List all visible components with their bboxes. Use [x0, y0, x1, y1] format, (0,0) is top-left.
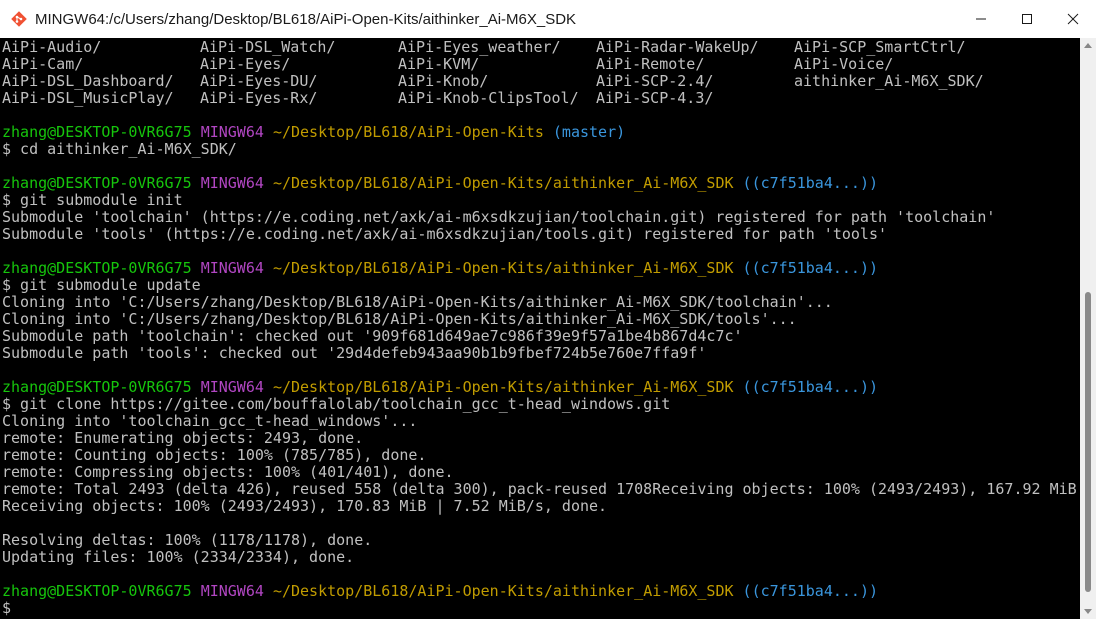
output-line: Resolving deltas: 100% (1178/1178), done… — [2, 531, 373, 549]
vertical-scrollbar[interactable] — [1080, 38, 1096, 619]
prompt-env: MINGW64 — [200, 123, 264, 141]
prompt-path: ~/Desktop/BL618/AiPi-Open-Kits/aithinker… — [272, 259, 734, 277]
prompt-user-host: zhang@DESKTOP-0VR6G75 — [2, 582, 192, 600]
prompt-branch: ((c7f51ba4...)) — [742, 378, 879, 396]
git-bash-icon — [11, 11, 27, 27]
output-line: Cloning into 'C:/Users/zhang/Desktop/BL6… — [2, 293, 833, 311]
ls-entry: AiPi-Knob/ — [398, 72, 489, 90]
command-line: $ git submodule update — [2, 276, 201, 294]
command-line: $ — [2, 599, 12, 617]
undefined — [734, 582, 743, 600]
ls-entry: AiPi-Remote/ — [596, 55, 705, 73]
ls-entry: AiPi-Eyes-Rx/ — [200, 89, 318, 107]
window-controls — [958, 0, 1096, 38]
output-line: Cloning into 'C:/Users/zhang/Desktop/BL6… — [2, 310, 797, 328]
undefined — [264, 259, 273, 277]
undefined — [264, 582, 273, 600]
ls-entry: AiPi-Eyes-DU/ — [200, 72, 318, 90]
ls-entry: AiPi-Eyes/ — [200, 55, 291, 73]
scrollbar-thumb[interactable] — [1085, 292, 1091, 592]
minimize-icon — [976, 18, 986, 20]
ls-entry: AiPi-DSL_Dashboard/ — [2, 72, 174, 90]
command-line: $ git clone https://gitee.com/bouffalola… — [2, 395, 671, 413]
prompt-user-host: zhang@DESKTOP-0VR6G75 — [2, 174, 192, 192]
ls-entry: AiPi-Audio/ — [2, 38, 102, 56]
window-title: MINGW64:/c/Users/zhang/Desktop/BL618/AiP… — [35, 10, 577, 28]
ls-entry: AiPi-KVM/ — [398, 55, 480, 73]
output-line: Updating files: 100% (2334/2334), done. — [2, 548, 355, 566]
prompt-branch: ((c7f51ba4...)) — [742, 582, 879, 600]
ls-entry: AiPi-Eyes_weather/ — [398, 38, 561, 56]
undefined — [192, 378, 201, 396]
close-icon — [1067, 13, 1079, 25]
ls-entry: AiPi-Radar-WakeUp/ — [596, 38, 759, 56]
prompt-line: zhang@DESKTOP-0VR6G75 MINGW64 ~/Desktop/… — [2, 379, 878, 396]
terminal-window: MINGW64:/c/Users/zhang/Desktop/BL618/AiP… — [0, 0, 1096, 619]
prompt-line: zhang@DESKTOP-0VR6G75 MINGW64 ~/Desktop/… — [2, 583, 878, 600]
ls-entry: AiPi-SCP-2.4/ — [596, 72, 714, 90]
ls-entry: AiPi-SCP_SmartCtrl/ — [794, 38, 966, 56]
undefined — [264, 123, 273, 141]
output-line: Submodule path 'toolchain': checked out … — [2, 327, 743, 345]
prompt-env: MINGW64 — [200, 582, 264, 600]
prompt-branch: (master) — [552, 123, 626, 141]
output-line: remote: Compressing objects: 100% (401/4… — [2, 463, 454, 481]
prompt-line: zhang@DESKTOP-0VR6G75 MINGW64 ~/Desktop/… — [2, 124, 625, 141]
minimize-button[interactable] — [958, 0, 1004, 38]
command-line: $ git submodule init — [2, 191, 183, 209]
maximize-icon — [1022, 14, 1032, 24]
prompt-env: MINGW64 — [200, 174, 264, 192]
output-line: Receiving objects: 100% (2493/2493), 170… — [2, 497, 608, 515]
undefined — [734, 259, 743, 277]
prompt-user-host: zhang@DESKTOP-0VR6G75 — [2, 259, 192, 277]
output-line: remote: Total 2493 (delta 426), reused 5… — [2, 480, 1077, 498]
undefined — [544, 123, 553, 141]
ls-entry: AiPi-DSL_MusicPlay/ — [2, 89, 174, 107]
prompt-line: zhang@DESKTOP-0VR6G75 MINGW64 ~/Desktop/… — [2, 260, 878, 277]
undefined — [192, 582, 201, 600]
ls-entry: aithinker_Ai-M6X_SDK/ — [794, 72, 984, 90]
output-line: Submodule path 'tools': checked out '29d… — [2, 344, 707, 362]
prompt-path: ~/Desktop/BL618/AiPi-Open-Kits/aithinker… — [272, 378, 734, 396]
prompt-branch: ((c7f51ba4...)) — [742, 259, 879, 277]
ls-entry: AiPi-SCP-4.3/ — [596, 89, 714, 107]
scroll-up-arrow-icon — [1084, 43, 1092, 48]
prompt-branch: ((c7f51ba4...)) — [742, 174, 879, 192]
scroll-down-button[interactable] — [1080, 605, 1096, 619]
undefined — [264, 378, 273, 396]
undefined — [192, 123, 201, 141]
undefined — [192, 259, 201, 277]
prompt-user-host: zhang@DESKTOP-0VR6G75 — [2, 123, 192, 141]
output-line: Submodule 'tools' (https://e.coding.net/… — [2, 225, 888, 243]
ls-entry: AiPi-Knob-ClipsTool/ — [398, 89, 579, 107]
close-button[interactable] — [1050, 0, 1096, 38]
scroll-up-button[interactable] — [1080, 38, 1096, 52]
prompt-path: ~/Desktop/BL618/AiPi-Open-Kits — [272, 123, 544, 141]
undefined — [192, 174, 201, 192]
undefined — [734, 378, 743, 396]
output-line: remote: Counting objects: 100% (785/785)… — [2, 446, 427, 464]
prompt-path: ~/Desktop/BL618/AiPi-Open-Kits/aithinker… — [272, 582, 734, 600]
ls-entry: AiPi-Cam/ — [2, 55, 84, 73]
terminal-output[interactable]: AiPi-Audio/AiPi-DSL_Watch/AiPi-Eyes_weat… — [0, 38, 1080, 619]
prompt-path: ~/Desktop/BL618/AiPi-Open-Kits/aithinker… — [272, 174, 734, 192]
scroll-down-arrow-icon — [1084, 609, 1092, 614]
maximize-button[interactable] — [1004, 0, 1050, 38]
ls-entry: AiPi-DSL_Watch/ — [200, 38, 336, 56]
prompt-line: zhang@DESKTOP-0VR6G75 MINGW64 ~/Desktop/… — [2, 175, 878, 192]
ls-entry: AiPi-Voice/ — [794, 55, 894, 73]
output-line: Submodule 'toolchain' (https://e.coding.… — [2, 208, 996, 226]
output-line: Cloning into 'toolchain_gcc_t-head_windo… — [2, 412, 418, 430]
output-line: remote: Enumerating objects: 2493, done. — [2, 429, 364, 447]
undefined — [734, 174, 743, 192]
undefined — [264, 174, 273, 192]
prompt-env: MINGW64 — [200, 259, 264, 277]
prompt-env: MINGW64 — [200, 378, 264, 396]
prompt-user-host: zhang@DESKTOP-0VR6G75 — [2, 378, 192, 396]
command-line: $ cd aithinker_Ai-M6X_SDK/ — [2, 140, 237, 158]
title-bar[interactable]: MINGW64:/c/Users/zhang/Desktop/BL618/AiP… — [0, 0, 1096, 38]
